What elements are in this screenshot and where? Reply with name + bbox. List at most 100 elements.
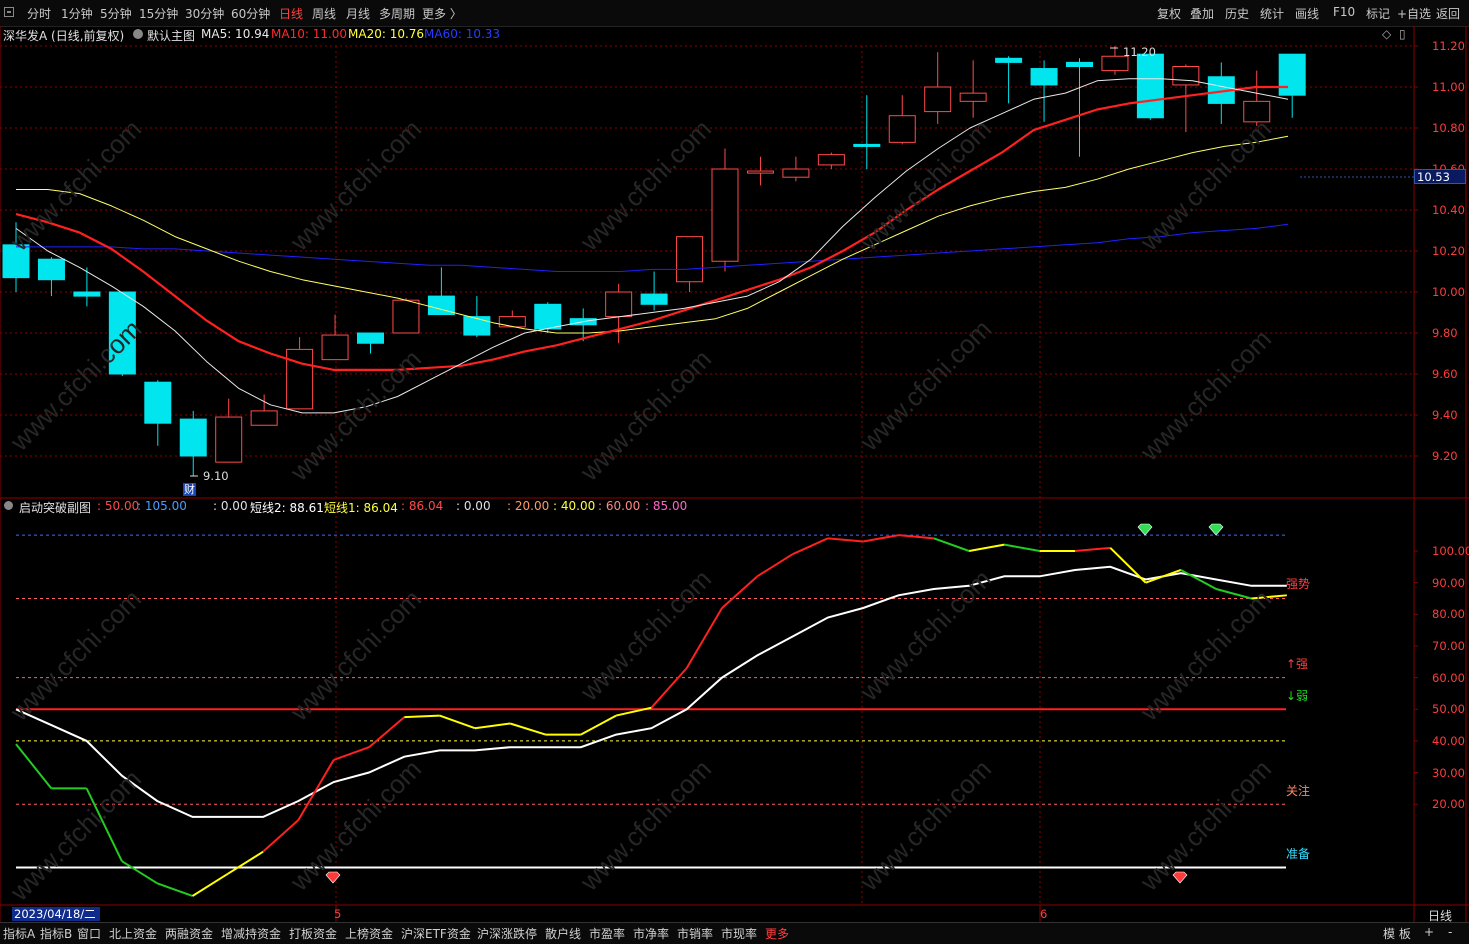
candle-body bbox=[215, 416, 243, 463]
indicator-tab[interactable]: 指标B bbox=[40, 925, 72, 942]
candle-body bbox=[286, 348, 314, 410]
short1-segment bbox=[968, 543, 1005, 552]
ma60-line bbox=[16, 223, 1289, 272]
candle-body bbox=[782, 168, 810, 178]
finance-event-badge[interactable]: 财 bbox=[183, 483, 196, 496]
candle-body bbox=[1030, 68, 1058, 86]
candle-body bbox=[534, 303, 562, 330]
short1-segment bbox=[333, 746, 370, 761]
candle-body bbox=[605, 291, 633, 318]
ma5-line bbox=[15, 78, 1289, 414]
short1-segment bbox=[509, 722, 546, 736]
short1-segment bbox=[1074, 546, 1111, 552]
indicator-tab[interactable]: 窗口 bbox=[77, 925, 101, 942]
candle-body bbox=[37, 258, 65, 281]
zoom-out-button[interactable]: - bbox=[1448, 925, 1452, 939]
short1-segment bbox=[368, 716, 405, 748]
indicator-tab[interactable]: 沪深涨跌停 bbox=[477, 925, 537, 942]
short1-segment bbox=[191, 872, 229, 897]
indicator-tick-label: 20.00 bbox=[1432, 797, 1465, 812]
candle-body bbox=[817, 154, 845, 166]
price-tick-label: 10.40 bbox=[1432, 203, 1465, 217]
short1-segment bbox=[863, 534, 899, 543]
indicator-tab[interactable]: 增减持资金 bbox=[221, 925, 281, 942]
candle-body bbox=[924, 86, 952, 113]
indicator-tab[interactable]: 北上资金 bbox=[109, 925, 157, 942]
indicator-tab[interactable]: 更多 bbox=[765, 925, 789, 942]
label-strong: 强势 bbox=[1286, 577, 1311, 591]
short1-segment bbox=[156, 882, 193, 897]
indicator-tab[interactable]: 上榜资金 bbox=[345, 925, 393, 942]
indicator-tick-label: 90.00 bbox=[1432, 575, 1465, 590]
candle-body bbox=[321, 334, 349, 361]
indicator-tab[interactable]: 打板资金 bbox=[289, 925, 337, 942]
price-tick-label: 9.40 bbox=[1432, 408, 1458, 422]
zoom-in-button[interactable]: + bbox=[1424, 925, 1434, 939]
short1-segment bbox=[439, 714, 476, 730]
indicator-tab[interactable]: 指标A bbox=[3, 925, 35, 942]
short1-segment bbox=[756, 553, 794, 578]
candle-body bbox=[357, 332, 384, 344]
indicator-tick-label: 70.00 bbox=[1432, 638, 1465, 653]
label-watch: 关注 bbox=[1286, 784, 1311, 798]
indicator-tab[interactable]: 市现率 bbox=[721, 925, 757, 942]
candle-body bbox=[959, 92, 987, 102]
indicator-tick-label: 60.00 bbox=[1432, 670, 1465, 685]
candle-body bbox=[888, 115, 916, 143]
candle-body bbox=[676, 236, 704, 283]
current-date-label: 2023/04/18/二 bbox=[12, 907, 100, 921]
short1-segment bbox=[297, 759, 335, 821]
candle-body bbox=[392, 299, 420, 334]
price-tick-label: 9.80 bbox=[1432, 326, 1458, 340]
candle-body bbox=[73, 291, 101, 297]
indicator-tick-label: 30.00 bbox=[1432, 765, 1465, 780]
candle-body bbox=[1172, 66, 1200, 86]
sell-signal-icon bbox=[1137, 523, 1153, 536]
candle-body bbox=[498, 316, 526, 328]
candle-body bbox=[179, 418, 207, 457]
indicator-tab[interactable]: 沪深ETF资金 bbox=[401, 925, 471, 942]
price-tick-label: 11.00 bbox=[1432, 80, 1465, 94]
indicator-tick-label: 100.00 bbox=[1432, 544, 1469, 558]
candle-body bbox=[746, 170, 774, 174]
short1-segment bbox=[933, 537, 970, 552]
candle-body bbox=[144, 381, 172, 424]
short2-line bbox=[15, 565, 1287, 818]
candle-body bbox=[640, 293, 668, 305]
short1-segment bbox=[404, 714, 440, 719]
indicator-tab[interactable]: 市销率 bbox=[677, 925, 713, 942]
label-down-weak: ↓弱 bbox=[1286, 689, 1309, 703]
indicator-tab[interactable]: 市盈率 bbox=[589, 925, 625, 942]
short1-segment bbox=[721, 575, 758, 609]
short1-segment bbox=[262, 819, 300, 853]
price-tick-label: 9.20 bbox=[1432, 449, 1458, 463]
short1-segment bbox=[1004, 543, 1040, 552]
template-button[interactable]: 模 板 bbox=[1383, 925, 1411, 942]
month-6-label: 6 bbox=[1040, 907, 1048, 921]
label-up-strong: ↑强 bbox=[1286, 657, 1309, 671]
candle-body bbox=[250, 410, 278, 426]
indicator-tab[interactable]: 市净率 bbox=[633, 925, 669, 942]
month-5-label: 5 bbox=[334, 907, 342, 921]
candle-body bbox=[995, 57, 1023, 63]
short1-segment bbox=[1109, 547, 1147, 584]
label-ready: 准备 bbox=[1286, 847, 1311, 861]
candle-body bbox=[711, 168, 739, 262]
indicator-tick-label: 50.00 bbox=[1432, 702, 1465, 717]
short1-segment bbox=[580, 714, 617, 736]
indicator-tab-bar: 指标A 指标B 窗口 北上资金 两融资金 增减持资金 打板资金 上榜资金 沪深ETF资金 沪深涨跌… bbox=[0, 922, 1469, 944]
candle-body bbox=[1278, 53, 1306, 96]
indicator-tab[interactable]: 两融资金 bbox=[165, 925, 213, 942]
price-tick-label: 10.00 bbox=[1432, 285, 1465, 299]
candle-body bbox=[463, 316, 491, 336]
price-tick-label: 9.60 bbox=[1432, 367, 1458, 381]
short1-segment bbox=[227, 850, 264, 875]
indicator-tab[interactable]: 散户线 bbox=[545, 925, 581, 942]
candle-body bbox=[1066, 61, 1093, 68]
short1-segment bbox=[1145, 569, 1182, 584]
short1-segment bbox=[792, 537, 829, 556]
price-tick-label: 10.80 bbox=[1432, 121, 1465, 135]
short1-segment bbox=[685, 607, 723, 669]
short1-segment bbox=[650, 667, 688, 709]
sell-signal-icon bbox=[1208, 523, 1224, 536]
